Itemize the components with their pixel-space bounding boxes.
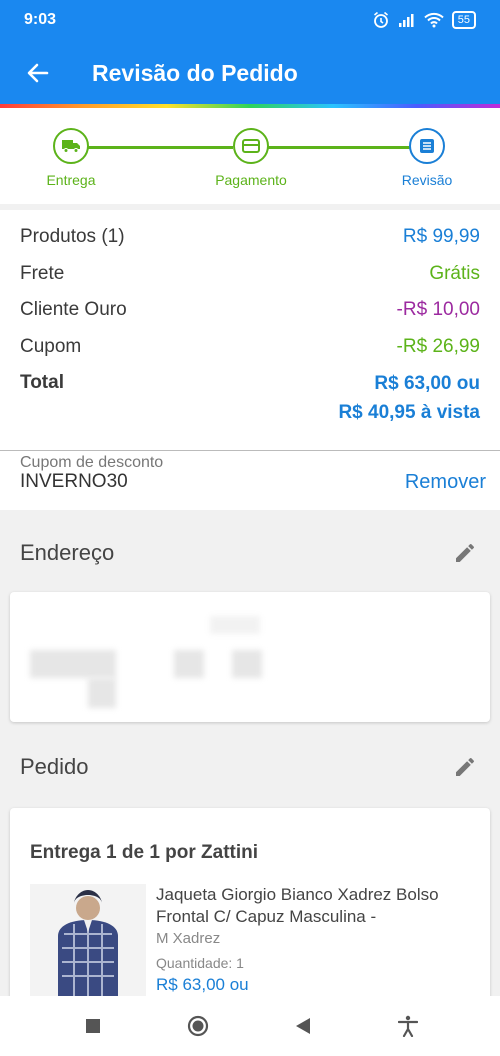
summary-row-cliente-ouro: Cliente Ouro -R$ 10,00 (20, 299, 480, 320)
coupon-field: Cupom de desconto INVERNO30 Remover (0, 450, 500, 510)
step-revisao[interactable]: Revisão (367, 128, 487, 188)
address-section-header: Endereço (20, 538, 480, 568)
circle-icon (187, 1015, 208, 1037)
total-cash: R$ 40,95 à vista (338, 402, 480, 423)
redacted-address (174, 650, 204, 678)
status-bar: 9:03 55 (0, 0, 500, 40)
summary-row-total: Total R$ 63,00 ou R$ 40,95 à vista (20, 372, 480, 423)
redacted-address (30, 650, 116, 678)
redacted-address (210, 616, 260, 634)
order-summary: Produtos (1) R$ 99,99 Frete Grátis Clien… (0, 210, 500, 450)
accessibility-button[interactable] (393, 1011, 423, 1041)
status-time: 9:03 (24, 11, 57, 28)
truck-icon (62, 140, 80, 153)
checkout-stepper: Entrega Pagamento Revisão (0, 108, 500, 204)
status-icons: 55 (372, 11, 476, 29)
page-title: Revisão do Pedido (92, 59, 298, 86)
order-section-header: Pedido (20, 752, 480, 782)
address-title: Endereço (20, 540, 115, 565)
coupon-caption: Cupom de desconto (20, 454, 164, 471)
product-name: Jaqueta Giorgio Bianco Xadrez Bolso Fron… (156, 885, 439, 926)
pencil-icon (456, 758, 474, 776)
address-card[interactable] (10, 592, 490, 722)
redacted-address (88, 678, 116, 708)
product-price: R$ 63,00 ou (156, 975, 249, 994)
card-icon (242, 139, 260, 153)
wifi-icon (424, 12, 444, 28)
delivery-title: Entrega 1 de 1 por Zattini (30, 842, 259, 863)
battery-indicator: 55 (451, 11, 476, 29)
total-installment: R$ 63,00 ou (374, 373, 480, 394)
product-quantity: Quantidade: 1 (156, 955, 244, 971)
summary-row-produtos: Produtos (1) R$ 99,99 (20, 226, 480, 247)
product-item[interactable]: Jaqueta Giorgio Bianco Xadrez Bolso Fron… (30, 884, 470, 996)
pencil-icon (456, 544, 474, 562)
summary-row-frete: Frete Grátis (20, 262, 480, 284)
redacted-address (232, 650, 262, 678)
step-pagamento[interactable]: Pagamento (191, 128, 311, 188)
triangle-back-icon (295, 1018, 310, 1034)
edit-address-button[interactable] (450, 538, 480, 568)
app-bar: 9:03 55 Revisão do Pedido (0, 0, 500, 108)
system-nav-bar (0, 996, 500, 1056)
arrow-left-icon (27, 63, 49, 83)
order-title: Pedido (20, 754, 89, 779)
summary-row-cupom: Cupom -R$ 26,99 (20, 335, 480, 357)
alarm-icon (373, 11, 388, 28)
order-card: Entrega 1 de 1 por Zattini Jaqueta Giorg… (10, 808, 490, 1008)
square-icon (85, 1019, 100, 1033)
signal-icon (398, 14, 414, 27)
product-variant: M Xadrez (156, 930, 221, 947)
recents-button[interactable] (78, 1011, 108, 1041)
remove-coupon-button[interactable]: Remover (405, 471, 486, 494)
receipt-icon (420, 139, 434, 153)
back-button[interactable] (22, 57, 54, 89)
edit-order-button[interactable] (450, 752, 480, 782)
back-nav-button[interactable] (288, 1011, 318, 1041)
home-button[interactable] (183, 1011, 213, 1041)
step-entrega[interactable]: Entrega (11, 128, 131, 188)
accessibility-icon (397, 1015, 418, 1037)
product-image (30, 884, 146, 996)
